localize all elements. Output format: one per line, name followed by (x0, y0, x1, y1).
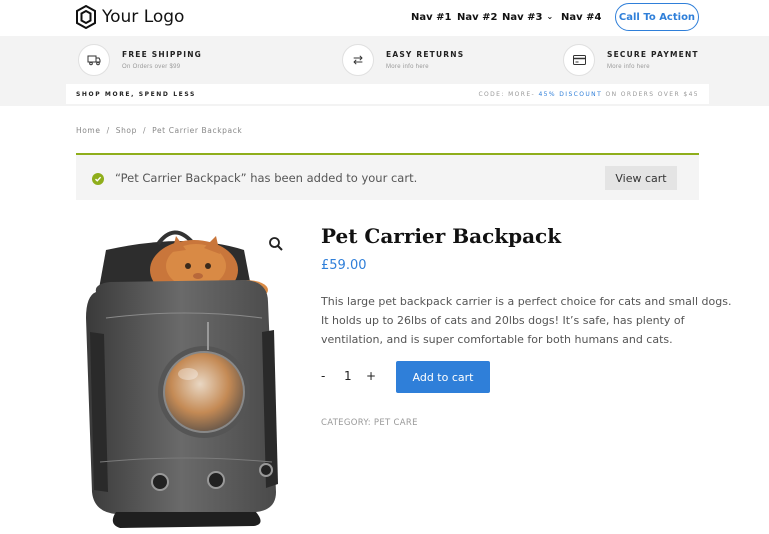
feature-subtitle: On Orders over $99 (122, 64, 181, 70)
product-title: Pet Carrier Backpack (321, 224, 562, 248)
nav-item-4[interactable]: Nav #4 (561, 12, 601, 23)
product-image[interactable] (76, 222, 302, 532)
product-price: £59.00 (321, 258, 367, 273)
feature-title: FREE SHIPPING (122, 50, 203, 59)
add-to-cart-button[interactable]: Add to cart (396, 361, 490, 393)
nav-item-3-label: Nav #3 (502, 12, 543, 23)
feature-subtitle: More info here (607, 64, 650, 70)
feature-secure-payment: SECURE PAYMENT More info here (563, 44, 699, 76)
exchange-icon: ⇄ (342, 44, 374, 76)
breadcrumb-shop[interactable]: Shop (116, 126, 137, 135)
feature-subtitle: More info here (386, 64, 429, 70)
promo-code: CODE: MORE- 45% DISCOUNT ON ORDERS OVER … (478, 91, 699, 98)
description-line: This large pet backpack carrier is a per… (321, 295, 732, 308)
hexagon-logo-icon (76, 5, 96, 29)
credit-card-icon (563, 44, 595, 76)
notice-message: “Pet Carrier Backpack” has been added to… (115, 171, 418, 185)
quantity-decrease-button[interactable]: - (321, 369, 325, 383)
chevron-down-icon: ⌄ (546, 12, 554, 21)
cart-notice: “Pet Carrier Backpack” has been added to… (76, 153, 699, 200)
quantity-increase-button[interactable]: + (366, 369, 376, 383)
nav-item-2[interactable]: Nav #2 (457, 12, 497, 23)
description-line: It holds up to 26lbs of cats and 20lbs d… (321, 314, 685, 327)
promo-code-prefix: CODE: MORE- (478, 91, 536, 98)
breadcrumb: Home / Shop / Pet Carrier Backpack (76, 126, 242, 135)
quantity-value[interactable]: 1 (344, 369, 352, 383)
feature-title: EASY RETURNS (386, 50, 465, 59)
logo-text: Your Logo (102, 7, 185, 27)
feature-free-shipping: FREE SHIPPING On Orders over $99 (78, 44, 202, 76)
view-cart-button[interactable]: View cart (605, 166, 677, 190)
call-to-action-button[interactable]: Call To Action (615, 3, 699, 31)
site-header: Your Logo Nav #1 Nav #2 Nav #3 ⌄ Nav #4 C… (0, 0, 769, 36)
check-circle-icon (92, 173, 104, 185)
logo[interactable]: Your Logo (76, 5, 184, 29)
breadcrumb-home[interactable]: Home (76, 126, 101, 135)
product-category[interactable]: CATEGORY: PET CARE (321, 418, 418, 428)
breadcrumb-current: Pet Carrier Backpack (152, 126, 243, 135)
description-line: ventilation, and is super comfortable fo… (321, 333, 673, 346)
breadcrumb-separator: / (106, 126, 110, 135)
feature-easy-returns: ⇄ EASY RETURNS More info here (342, 44, 464, 76)
promo-tagline: SHOP MORE, SPEND LESS (76, 91, 196, 98)
product-description: This large pet backpack carrier is a per… (321, 292, 732, 349)
promo-bar: SHOP MORE, SPEND LESS CODE: MORE- 45% DI… (66, 84, 709, 104)
breadcrumb-separator: / (142, 126, 147, 135)
feature-title: SECURE PAYMENT (607, 50, 699, 59)
truck-icon (78, 44, 110, 76)
nav-item-3[interactable]: Nav #3 ⌄ (502, 12, 553, 23)
nav-item-1[interactable]: Nav #1 (411, 12, 451, 23)
magnifier-icon[interactable] (268, 236, 284, 252)
promo-code-suffix: ON ORDERS OVER $45 (605, 91, 699, 98)
promo-discount: 45% DISCOUNT (538, 91, 603, 98)
